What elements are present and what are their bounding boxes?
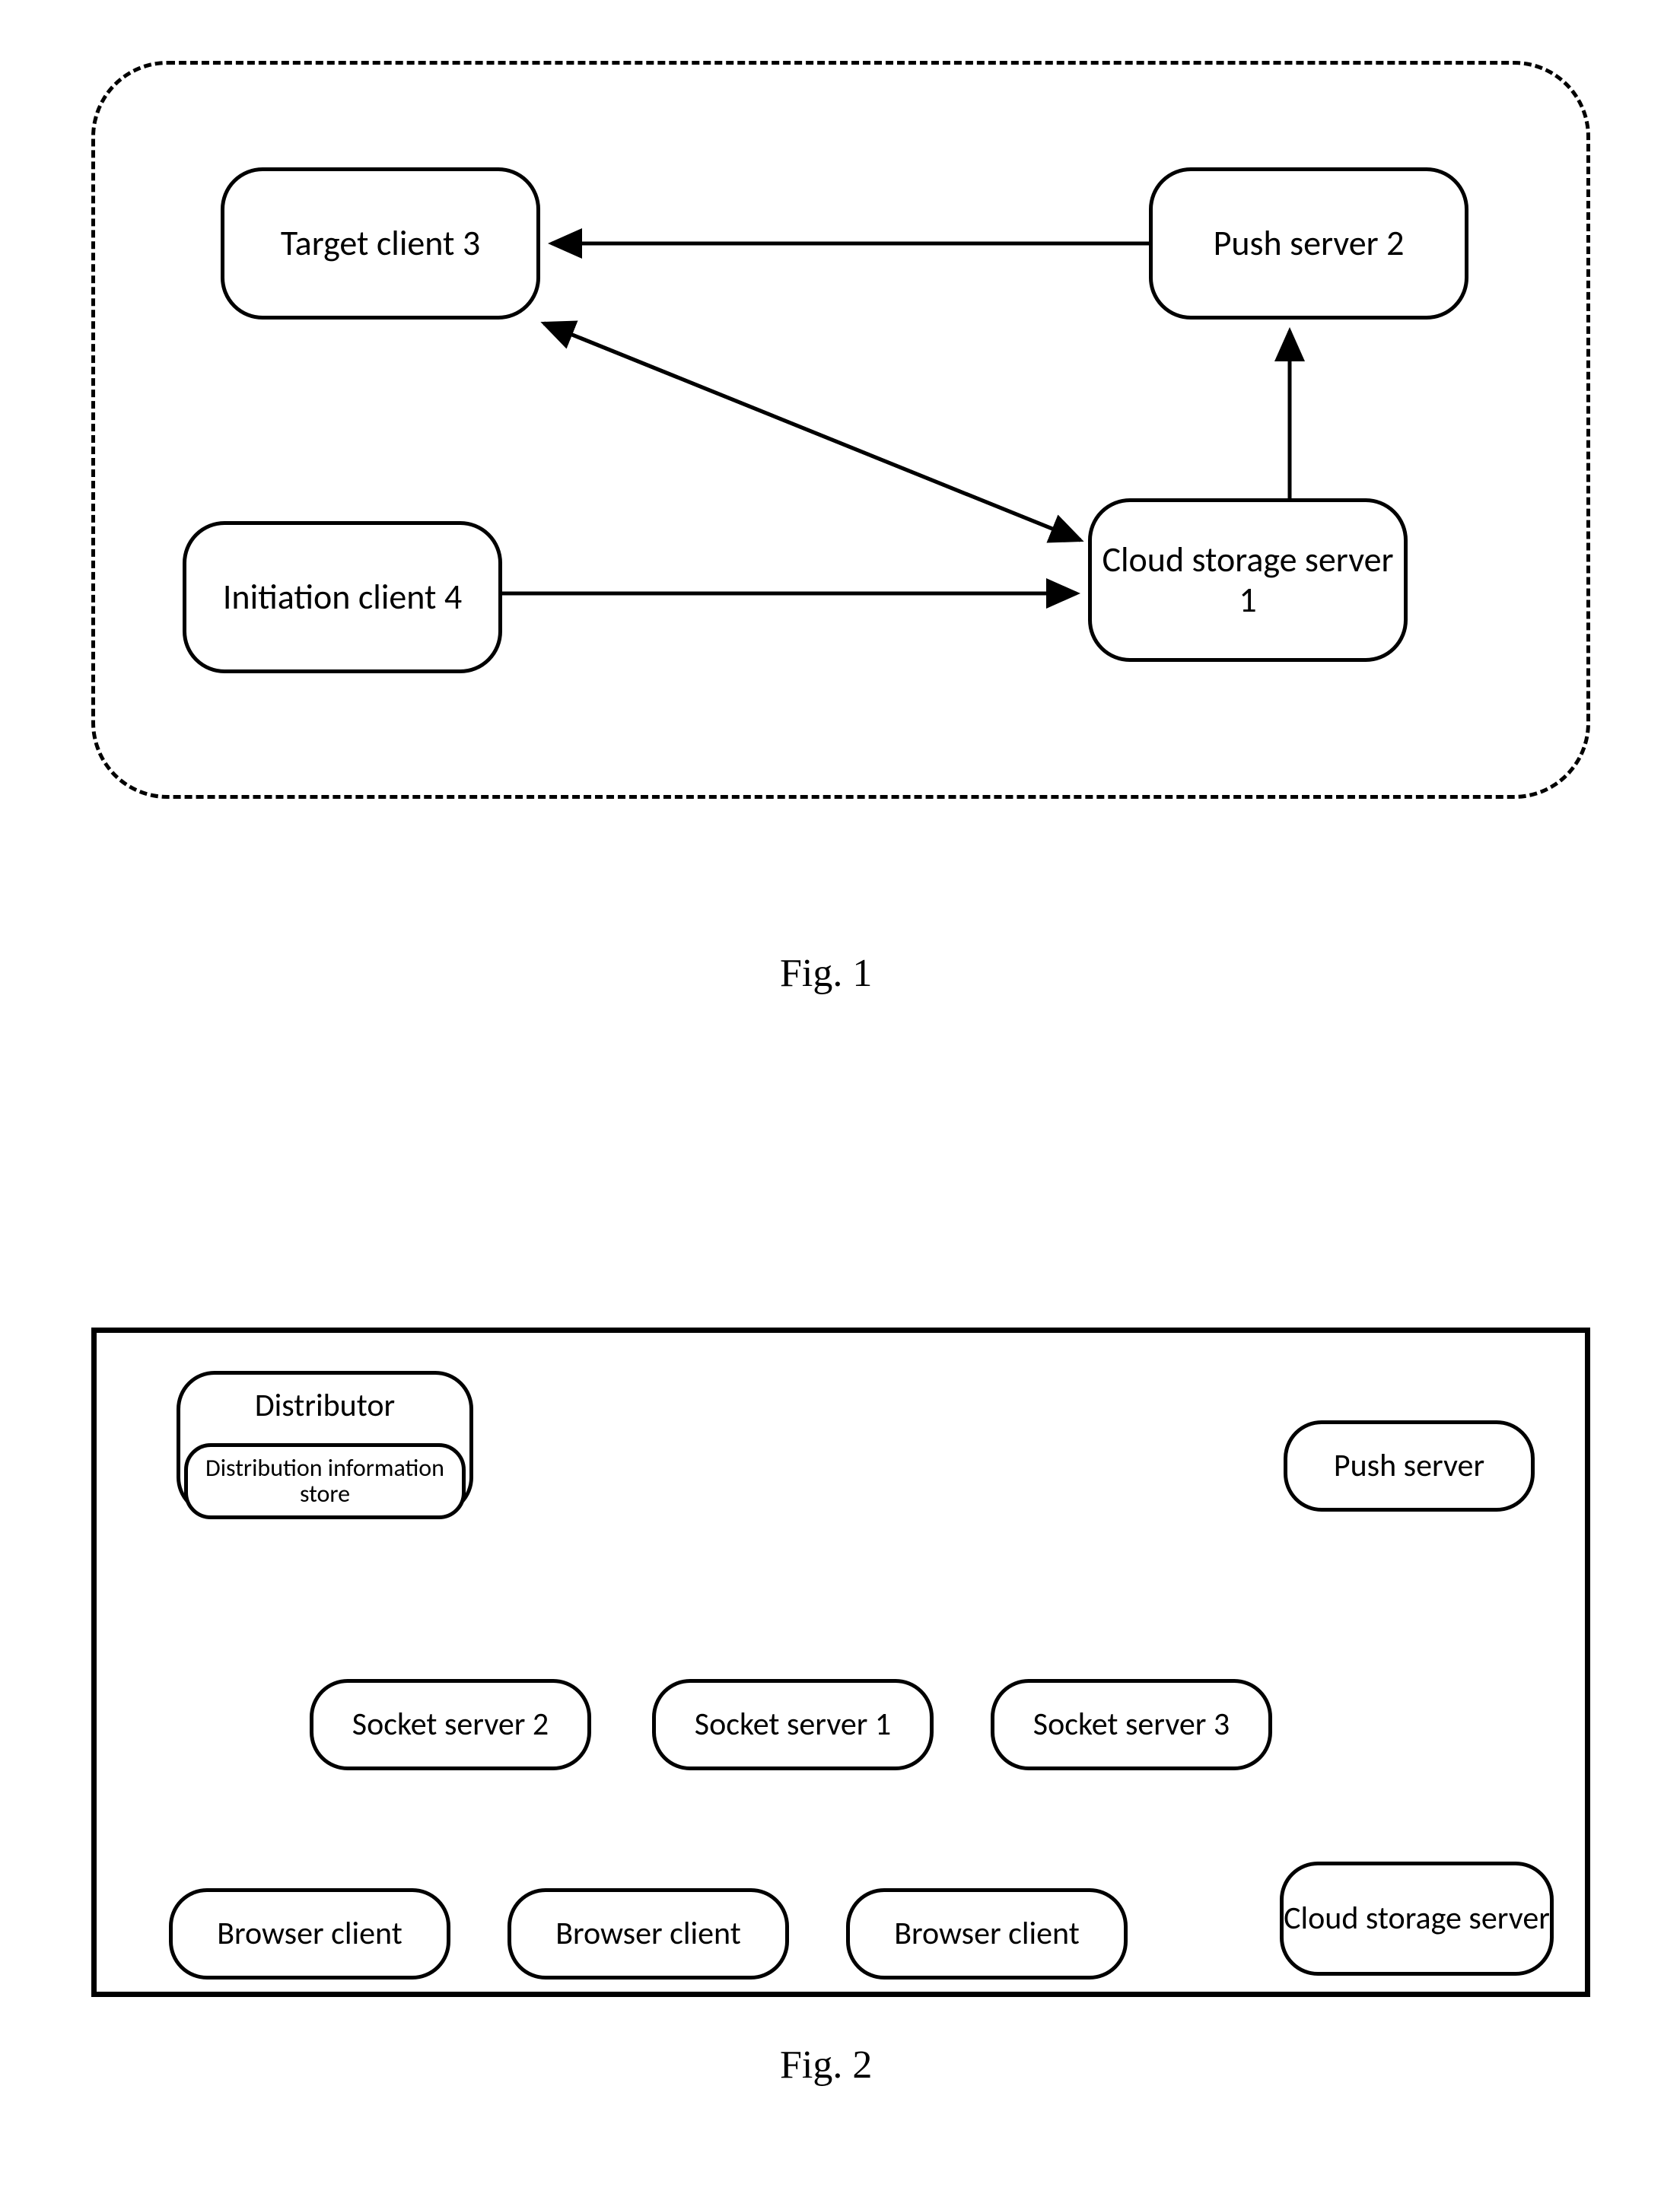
fig2-caption: Fig. 2	[780, 2043, 872, 2088]
node-label: Cloud storage server 1	[1092, 540, 1404, 621]
node-label: Push server	[1334, 1448, 1484, 1483]
node-label: Browser client	[894, 1916, 1080, 1951]
caption-text: Fig. 2	[780, 2043, 872, 2087]
node-label: Socket server 2	[352, 1707, 549, 1742]
node-browser-client-1: Browser client	[169, 1888, 450, 1980]
node-label: Browser client	[555, 1916, 741, 1951]
node-push-server: Push server	[1284, 1420, 1535, 1512]
node-label: Distributor	[255, 1388, 395, 1423]
node-push-server: Push server 2	[1149, 167, 1468, 320]
node-label: Push server 2	[1214, 224, 1405, 264]
node-socket-server-1: Socket server 1	[652, 1679, 934, 1770]
node-distribution-store: Distribution information store	[184, 1443, 466, 1519]
node-socket-server-3: Socket server 3	[991, 1679, 1272, 1770]
node-label: Browser client	[217, 1916, 402, 1951]
figure-2: Distributor Distribution information sto…	[91, 1328, 1590, 1997]
node-initiation-client: Initiation client 4	[183, 521, 502, 673]
node-label: Cloud storage server	[1284, 1901, 1550, 1936]
caption-text: Fig. 1	[780, 952, 872, 995]
node-browser-client-2: Browser client	[508, 1888, 789, 1980]
node-socket-server-2: Socket server 2	[310, 1679, 591, 1770]
node-label: Socket server 3	[1033, 1707, 1230, 1742]
node-cloud-storage-server: Cloud storage server	[1280, 1862, 1554, 1976]
figure-1: Target client 3 Push server 2 Initiation…	[91, 61, 1590, 799]
node-label: Socket server 1	[695, 1707, 891, 1742]
node-browser-client-3: Browser client	[846, 1888, 1128, 1980]
node-label: Target client 3	[281, 224, 480, 264]
node-cloud-storage: Cloud storage server 1	[1088, 498, 1408, 662]
node-label: Distribution information store	[188, 1455, 462, 1506]
node-label: Initiation client 4	[223, 577, 462, 618]
node-target-client: Target client 3	[221, 167, 540, 320]
fig1-caption: Fig. 1	[780, 951, 872, 996]
